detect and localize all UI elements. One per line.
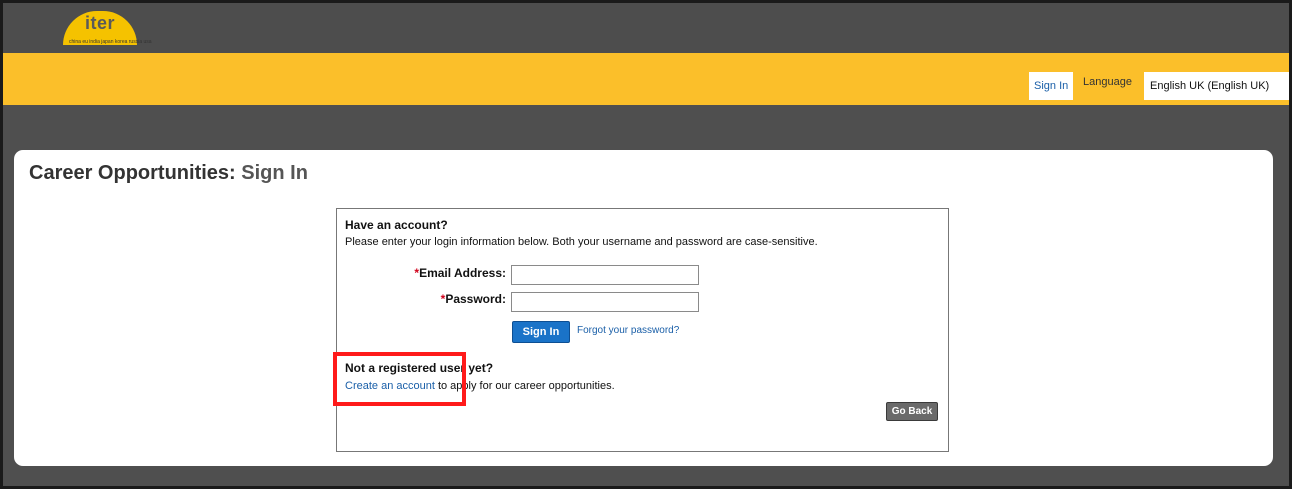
email-field[interactable] [511, 265, 699, 285]
password-field[interactable] [511, 292, 699, 312]
signin-button[interactable]: Sign In [512, 321, 570, 343]
email-label-text: Email Address: [419, 266, 506, 280]
highlight-box [333, 352, 466, 406]
page-title: Career Opportunities: Sign In [29, 162, 308, 185]
logo-text: iter [85, 13, 116, 33]
go-back-button[interactable]: Go Back [886, 402, 938, 421]
language-label: Language [1083, 76, 1132, 88]
iter-logo[interactable]: iter china eu india japan korea russia u… [63, 9, 153, 49]
forgot-password-link[interactable]: Forgot your password? [577, 325, 679, 336]
language-select[interactable]: English UK (English UK) [1144, 72, 1289, 100]
email-label: *Email Address: [393, 266, 506, 280]
main-content-panel: Career Opportunities: Sign In Have an ac… [14, 150, 1273, 466]
logo-tagline: china eu india japan korea russia usa [69, 39, 152, 45]
have-account-heading: Have an account? [345, 218, 448, 232]
header-signin-link[interactable]: Sign In [1029, 72, 1074, 100]
login-form-box: Have an account? Please enter your login… [336, 208, 949, 452]
password-label-text: Password: [445, 292, 506, 306]
page-title-main: Career Opportunities: [29, 162, 236, 184]
page-title-sub: Sign In [241, 162, 308, 184]
password-label: *Password: [393, 292, 506, 306]
login-instructions: Please enter your login information belo… [345, 236, 818, 248]
top-header-bar: iter china eu india japan korea russia u… [3, 3, 1289, 53]
